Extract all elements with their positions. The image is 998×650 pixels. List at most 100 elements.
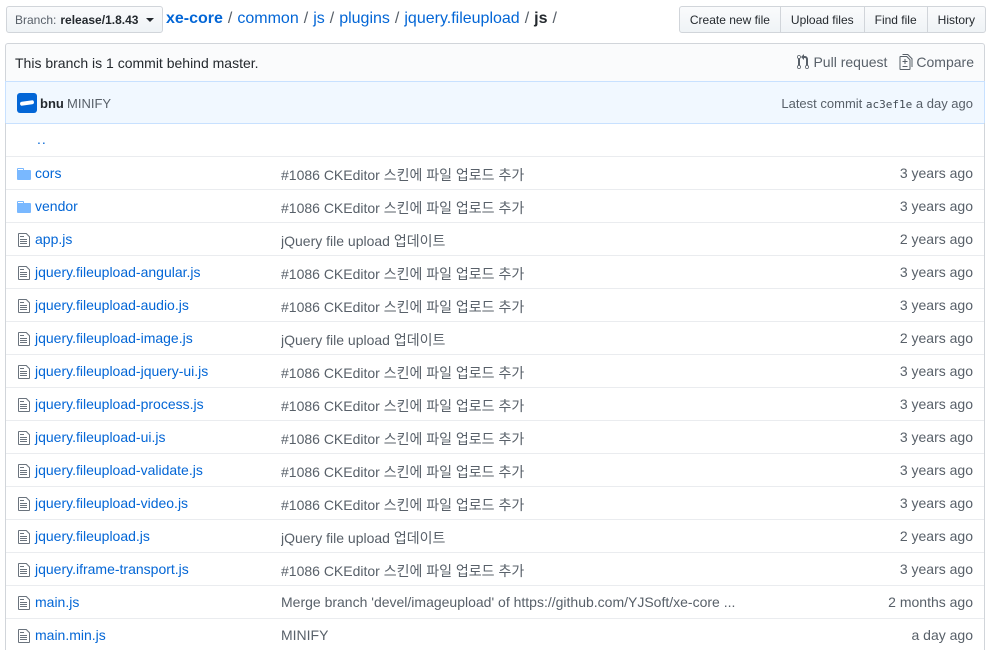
file-name-link[interactable]: jquery.fileupload-audio.js (35, 297, 189, 313)
commit-message-link[interactable]: #1086 CKEditor 스킨에 파일 업로드 추가 (281, 561, 524, 581)
commit-age: a day ago (915, 96, 973, 111)
file-name-link[interactable]: main.min.js (35, 627, 106, 643)
commit-age: 3 years ago (899, 561, 973, 577)
file-name-link[interactable]: app.js (35, 231, 72, 247)
file-name-link[interactable]: jquery.fileupload-video.js (35, 495, 188, 511)
file-row[interactable]: cors #1086 CKEditor 스킨에 파일 업로드 추가 3 years … (6, 156, 984, 189)
file-name-link[interactable]: jquery.fileupload-jquery-ui.js (35, 363, 208, 379)
avatar[interactable] (17, 93, 37, 113)
commit-message-link[interactable]: #1086 CKEditor 스킨에 파일 업로드 추가 (281, 462, 524, 482)
file-icon (16, 529, 32, 545)
commit-age: 3 years ago (899, 396, 973, 412)
commit-message-link[interactable]: #1086 CKEditor 스킨에 파일 업로드 추가 (281, 363, 524, 383)
breadcrumb-separator: / (227, 10, 233, 27)
commit-message-link[interactable]: #1086 CKEditor 스킨에 파일 업로드 추가 (281, 429, 524, 449)
file-name-link[interactable]: cors (35, 165, 61, 181)
commit-message-link[interactable]: jQuery file upload 업데이트 (281, 231, 445, 251)
branch-status-bar: This branch is 1 commit behind master. P… (5, 43, 985, 82)
find-file-button[interactable]: Find file (863, 6, 928, 33)
file-row[interactable]: jquery.fileupload-image.js jQuery file up… (6, 321, 984, 354)
commit-message-link[interactable]: #1086 CKEditor 스킨에 파일 업로드 추가 (281, 198, 524, 218)
file-row[interactable]: jquery.fileupload-video.js #1086 CKEditor… (6, 486, 984, 519)
commit-message-link[interactable]: #1086 CKEditor 스킨에 파일 업로드 추가 (281, 396, 524, 416)
file-name-link[interactable]: vendor (35, 198, 78, 214)
breadcrumb-link-common[interactable]: common (237, 10, 298, 27)
file-row[interactable]: jquery.fileupload.js jQuery file upload 업… (6, 519, 984, 552)
breadcrumb: xe-core / common / js / plugins / jquery.fileupl… (166, 8, 562, 30)
commit-message-link[interactable]: #1086 CKEditor 스킨에 파일 업로드 추가 (281, 165, 524, 185)
file-row[interactable]: app.js jQuery file upload 업데이트 2 years ago (6, 222, 984, 255)
branch-status-text: This branch is 1 commit behind master. (15, 55, 259, 71)
commit-age: 3 years ago (899, 363, 973, 379)
folder-icon (16, 166, 32, 182)
commit-age: a day ago (911, 627, 974, 643)
file-row[interactable]: main.min.js MINIFY a day ago (6, 618, 984, 650)
breadcrumb-link-plugins[interactable]: plugins (339, 10, 390, 27)
file-name-link[interactable]: jquery.fileupload.js (35, 528, 150, 544)
breadcrumb-root-link[interactable]: xe-core (166, 10, 223, 27)
file-row[interactable]: jquery.fileupload-validate.js #1086 CKEdi… (6, 453, 984, 486)
file-row[interactable]: jquery.fileupload-angular.js #1086 CKEdit… (6, 255, 984, 288)
commit-age: 3 years ago (899, 264, 973, 280)
file-icon (16, 397, 32, 413)
file-icon (16, 463, 32, 479)
file-row[interactable]: jquery.fileupload-ui.js #1086 CKEditor 스킨… (6, 420, 984, 453)
commit-message-link[interactable]: #1086 CKEditor 스킨에 파일 업로드 추가 (281, 495, 524, 515)
file-row[interactable]: jquery.fileupload-audio.js #1086 CKEditor… (6, 288, 984, 321)
repo-topbar: Branch: release/1.8.43 xe-core / common / js… (6, 6, 986, 33)
file-row[interactable]: jquery.iframe-transport.js #1086 CKEditor… (6, 552, 984, 585)
breadcrumb-current: js (534, 10, 548, 27)
file-name-link[interactable]: jquery.fileupload-ui.js (35, 429, 165, 445)
file-row[interactable]: jquery.fileupload-jquery-ui.js #1086 CKEd… (6, 354, 984, 387)
file-row[interactable]: jquery.fileupload-process.js #1086 CKEdit… (6, 387, 984, 420)
breadcrumb-separator: / (552, 10, 557, 27)
file-icon (16, 298, 32, 314)
commit-message-link[interactable]: Merge branch 'devel/imageupload' of http… (281, 594, 735, 610)
commit-sha-link[interactable]: ac3ef1e (866, 98, 912, 111)
commit-author[interactable]: bnu (40, 96, 64, 111)
create-new-file-button[interactable]: Create new file (678, 6, 781, 33)
commit-message-link[interactable]: MINIFY (281, 627, 328, 643)
folder-icon (16, 199, 32, 215)
file-name-link[interactable]: jquery.fileupload-image.js (35, 330, 193, 346)
latest-commit-label: Latest commit (781, 96, 863, 111)
commit-age: 3 years ago (899, 297, 973, 313)
breadcrumb-separator: / (394, 10, 400, 27)
pull-request-link[interactable]: Pull request (796, 54, 887, 70)
commit-age: 2 years ago (899, 330, 973, 346)
file-row[interactable]: vendor #1086 CKEditor 스킨에 파일 업로드 추가 3 year… (6, 189, 984, 222)
commit-message-link[interactable]: jQuery file upload 업데이트 (281, 330, 445, 350)
file-name-link[interactable]: jquery.iframe-transport.js (35, 561, 189, 577)
commit-age: 2 years ago (899, 231, 973, 247)
commit-age: 3 years ago (899, 462, 973, 478)
file-name-link[interactable]: jquery.fileupload-validate.js (35, 462, 203, 478)
file-row[interactable]: main.js Merge branch 'devel/imageupload' … (6, 585, 984, 618)
file-icon (16, 331, 32, 347)
breadcrumb-separator: / (303, 10, 309, 27)
pull-request-label: Pull request (813, 54, 888, 70)
file-icon (16, 595, 32, 611)
upload-files-button[interactable]: Upload files (779, 6, 865, 33)
commit-age: 3 years ago (899, 165, 973, 181)
file-icon (16, 232, 32, 248)
diff-icon (899, 54, 913, 70)
file-icon (16, 496, 32, 512)
latest-commit-meta: Latest commit ac3ef1e a day ago (781, 96, 973, 111)
caret-down-icon (146, 17, 155, 22)
file-name-link[interactable]: main.js (35, 594, 79, 610)
breadcrumb-link-jquery-fileupload[interactable]: jquery.fileupload (404, 10, 519, 27)
parent-directory-row[interactable]: .. (6, 123, 984, 156)
parent-directory-link[interactable]: .. (37, 131, 47, 147)
file-name-link[interactable]: jquery.fileupload-angular.js (35, 264, 201, 280)
breadcrumb-link-js[interactable]: js (313, 10, 325, 27)
commit-age: 2 years ago (899, 528, 973, 544)
commit-message[interactable]: MINIFY (67, 96, 111, 111)
compare-link[interactable]: Compare (899, 54, 974, 70)
commit-message-link[interactable]: #1086 CKEditor 스킨에 파일 업로드 추가 (281, 264, 524, 284)
file-icon (16, 265, 32, 281)
history-button[interactable]: History (926, 6, 986, 33)
commit-message-link[interactable]: #1086 CKEditor 스킨에 파일 업로드 추가 (281, 297, 524, 317)
file-name-link[interactable]: jquery.fileupload-process.js (35, 396, 204, 412)
branch-select-button[interactable]: Branch: release/1.8.43 (6, 6, 164, 33)
commit-message-link[interactable]: jQuery file upload 업데이트 (281, 528, 445, 548)
